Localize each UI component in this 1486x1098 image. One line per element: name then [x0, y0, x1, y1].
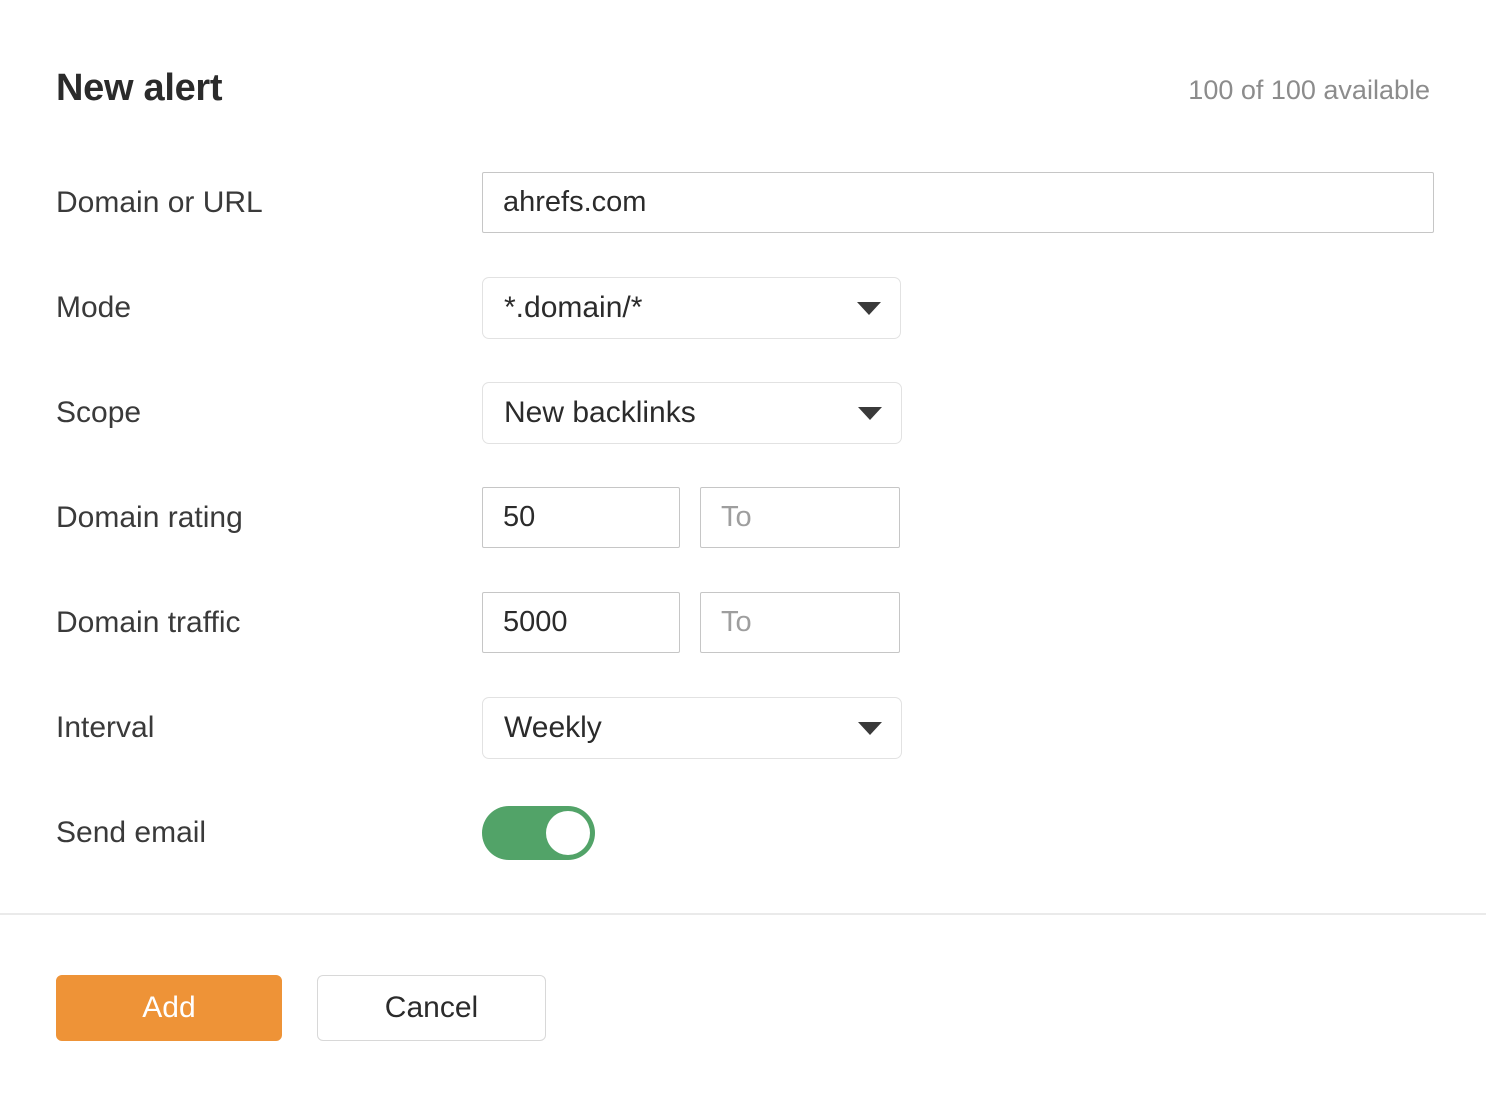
form-row-domain-traffic: Domain traffic [0, 570, 1486, 675]
domain-traffic-from-input[interactable] [482, 592, 680, 653]
control-domain-traffic [482, 592, 900, 653]
alert-quota-text: 100 of 100 available [1188, 74, 1430, 105]
control-mode: *.domain/* [482, 276, 901, 339]
form-row-domain: Domain or URL [0, 150, 1486, 255]
cancel-button[interactable]: Cancel [317, 975, 546, 1041]
domain-rating-from-input[interactable] [482, 487, 680, 548]
control-interval: Weekly [482, 696, 902, 759]
chevron-down-icon [858, 406, 882, 420]
footer-divider [0, 913, 1486, 915]
toggle-knob [546, 810, 590, 855]
label-send-email: Send email [56, 816, 207, 849]
label-scope: Scope [56, 396, 142, 429]
mode-select-value: *.domain/* [504, 290, 643, 324]
interval-select-value: Weekly [504, 710, 602, 744]
label-domain-or-url: Domain or URL [56, 186, 263, 219]
label-mode: Mode [56, 291, 132, 324]
label-domain-traffic: Domain traffic [56, 606, 241, 639]
scope-select[interactable]: New backlinks [482, 381, 902, 444]
chevron-down-icon [858, 721, 882, 735]
dialog-footer: Add Cancel [0, 975, 1486, 1041]
control-send-email [482, 805, 595, 860]
scope-select-value: New backlinks [504, 395, 696, 429]
page-title: New alert [56, 67, 223, 109]
form-row-domain-rating: Domain rating [0, 465, 1486, 570]
control-domain-or-url [482, 172, 1434, 233]
mode-select[interactable]: *.domain/* [482, 276, 901, 339]
label-domain-rating: Domain rating [56, 501, 243, 534]
form-row-send-email: Send email [0, 780, 1486, 885]
dialog-header: New alert 100 of 100 available [0, 0, 1486, 150]
add-button[interactable]: Add [56, 975, 282, 1041]
interval-select[interactable]: Weekly [482, 696, 902, 759]
send-email-toggle[interactable] [482, 805, 595, 860]
chevron-down-icon [857, 301, 881, 315]
form-row-scope: Scope New backlinks [0, 360, 1486, 465]
domain-traffic-to-input[interactable] [700, 592, 900, 653]
new-alert-form: Domain or URL Mode *.domain/* Scope New … [0, 150, 1486, 885]
label-interval: Interval [56, 711, 155, 744]
new-alert-dialog: New alert 100 of 100 available Domain or… [0, 0, 1486, 1098]
domain-or-url-input[interactable] [482, 172, 1434, 233]
form-row-interval: Interval Weekly [0, 675, 1486, 780]
control-scope: New backlinks [482, 381, 902, 444]
domain-rating-to-input[interactable] [700, 487, 900, 548]
control-domain-rating [482, 487, 900, 548]
form-row-mode: Mode *.domain/* [0, 255, 1486, 360]
